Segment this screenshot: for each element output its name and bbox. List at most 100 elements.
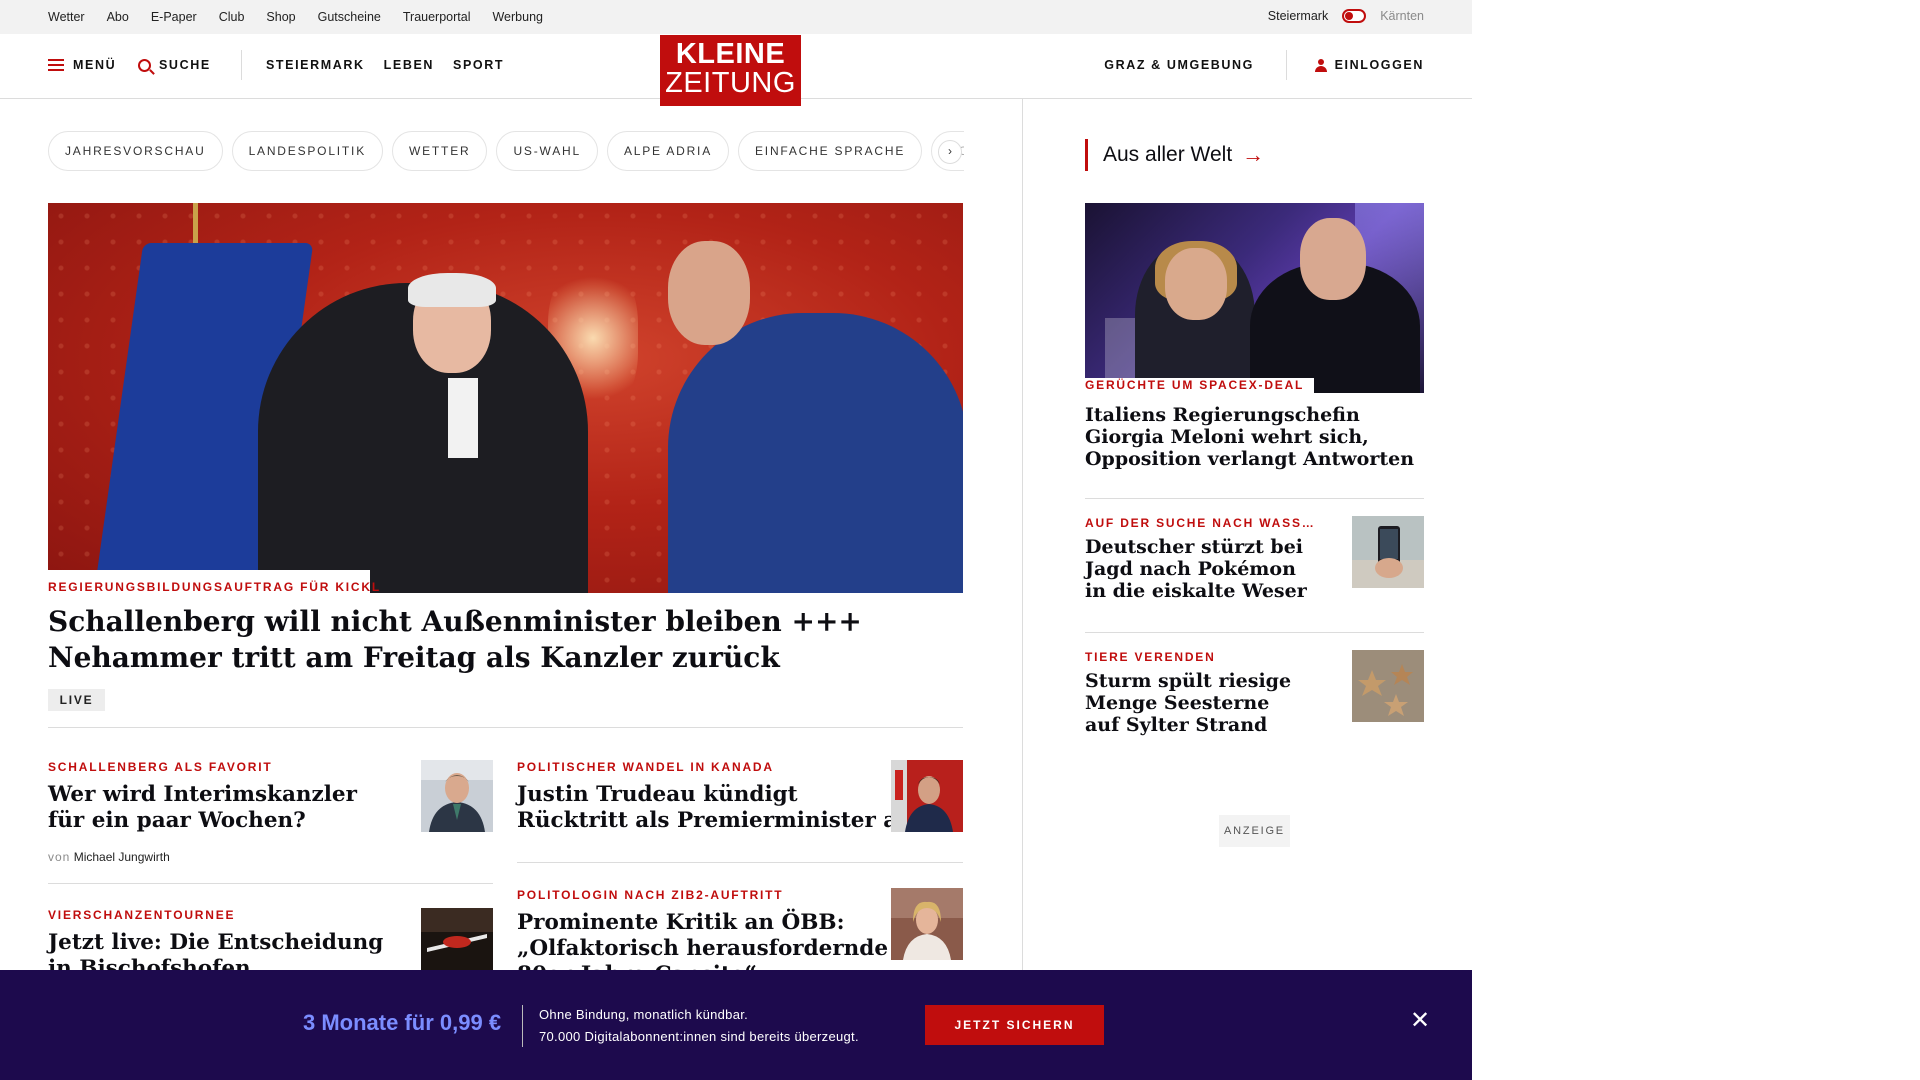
article-headline-line: Jagd nach Pokémon [1085,558,1296,580]
chip-wetter[interactable]: WETTER [392,131,488,171]
article-headline-line: Wer wird Interimskanzler [48,782,357,807]
chevron-right-icon[interactable]: › [938,140,962,164]
logo-line-1: KLEINE [675,38,786,70]
chip-alpe-adria[interactable]: ALPE ADRIA [606,131,729,171]
service-link-wetter[interactable]: Wetter [48,10,85,24]
article-divider [48,883,493,884]
sidebar-divider [1085,632,1424,633]
logo-line-2: ZEITUNG [665,67,796,99]
service-bar: Wetter Abo E-Paper Club Shop Gutscheine … [0,0,1472,34]
login-button[interactable]: EINLOGGEN [1314,58,1424,72]
region-kaernten[interactable]: Kärnten [1380,9,1424,23]
article-byline: von Michael Jungwirth [48,850,170,864]
promo-divider [522,1005,523,1047]
column-divider [1022,99,1023,979]
search-icon [138,58,151,72]
close-icon[interactable]: ✕ [1409,1009,1431,1033]
article-kicker: VIERSCHANZENTOURNEE [48,908,236,922]
sidebar-divider [1085,498,1424,499]
topic-chips: JAHRESVORSCHAU LANDESPOLITIK WETTER US-W… [48,131,964,171]
article-kicker: AUF DER SUCHE NACH WASS… [1085,516,1316,530]
sidebar-article-seesterne[interactable]: TIERE VERENDEN Sturm spült riesige Menge… [1085,650,1424,740]
hamburger-icon [48,59,64,71]
article-headline-line: Rücktritt als Premierminister an [517,808,913,833]
article-kicker: SCHALLENBERG ALS FAVORIT [48,760,273,774]
article-thumbnail [891,888,963,960]
search-button[interactable]: SUCHE [138,58,211,72]
hero-headline[interactable]: Schallenberg will nicht Außenminister bl… [48,604,948,676]
article-card-trudeau[interactable]: POLITISCHER WANDEL IN KANADA Justin Trud… [517,760,963,850]
service-link-werbung[interactable]: Werbung [492,10,543,24]
article-divider [517,862,963,863]
user-icon [1314,58,1327,72]
nav-sport[interactable]: SPORT [453,58,504,72]
header-divider [1286,50,1287,80]
article-headline-line: Jetzt live: Die Entscheidung [48,930,384,955]
sidebar-lead-article[interactable]: GERÜCHTE UM SPACEX-DEAL Italiens Regieru… [1085,378,1424,473]
article-kicker: TIERE VERENDEN [1085,650,1216,664]
region-switch: Steiermark Kärnten [1268,9,1424,23]
article-headline: Deutscher stürzt bei Jagd nach Pokémon i… [1085,536,1307,602]
byline-prefix: von [48,850,71,864]
chip-jahresvorschau[interactable]: JAHRESVORSCHAU [48,131,223,171]
hero-kicker: REGIERUNGSBILDUNGSAUFTRAG FÜR KICKL [48,580,381,594]
login-label: EINLOGGEN [1334,58,1424,72]
article-headline-line: Sturm spült riesige [1085,670,1292,692]
byline-author[interactable]: Michael Jungwirth [74,850,170,864]
nav-graz-umgebung[interactable]: GRAZ & UMGEBUNG [1104,58,1254,72]
service-link-shop[interactable]: Shop [266,10,295,24]
service-links: Wetter Abo E-Paper Club Shop Gutscheine … [48,10,543,24]
promo-text-line-2: 70.000 Digitalabonnent:innen sind bereit… [539,1029,859,1044]
article-headline-line: Prominente Kritik an ÖBB: [517,910,845,935]
article-headline-line: Deutscher stürzt bei [1085,536,1304,558]
sidebar-article-pokemon[interactable]: AUF DER SUCHE NACH WASS… Deutscher stürz… [1085,516,1424,606]
nav-steiermark[interactable]: STEIERMARK [266,58,365,72]
promo-price: 3 Monate für 0,99 € [303,1010,502,1035]
site-logo[interactable]: KLEINE ZEITUNG [660,35,801,106]
hero-divider [48,727,963,728]
service-link-gutscheine[interactable]: Gutscheine [318,10,381,24]
article-thumbnail [891,760,963,832]
article-headline-line: Italiens Regierungschefin [1085,404,1360,426]
article-headline: Justin Trudeau kündigt Rücktritt als Pre… [517,782,913,834]
article-headline: Sturm spült riesige Menge Seesterne auf … [1085,670,1291,736]
chip-landespolitik[interactable]: LANDESPOLITIK [231,131,383,171]
nav-leben[interactable]: LEBEN [384,58,434,72]
article-headline-line: „Olfaktorisch herausfordernde [517,936,889,961]
subscription-banner: 3 Monate für 0,99 € Ohne Bindung, monatl… [0,970,1472,1080]
article-headline: Wer wird Interimskanzler für ein paar Wo… [48,782,357,834]
sidebar-lead-image[interactable] [1085,203,1424,393]
region-steiermark[interactable]: Steiermark [1268,9,1328,23]
service-link-trauerportal[interactable]: Trauerportal [403,10,471,24]
page-margin [1472,0,1920,1080]
service-link-club[interactable]: Club [219,10,245,24]
main-nav: STEIERMARK LEBEN SPORT [266,58,504,72]
arrow-right-icon: → [1242,142,1265,167]
header-divider [241,50,242,80]
live-badge: LIVE [48,689,105,711]
search-label: SUCHE [159,58,211,72]
article-thumbnail [1352,516,1424,588]
service-link-abo[interactable]: Abo [107,10,129,24]
chip-einfache-sprache[interactable]: EINFACHE SPRACHE [738,131,923,171]
region-toggle[interactable] [1342,9,1367,23]
article-headline-line: für ein paar Wochen? [48,808,306,833]
article-card-interimskanzler[interactable]: SCHALLENBERG ALS FAVORIT Wer wird Interi… [48,760,493,870]
article-thumbnail [1352,650,1424,722]
section-heading-label: Aus aller Welt [1103,143,1233,166]
article-headline-line: in die eiskalte Weser [1085,580,1307,602]
hero-image[interactable] [48,203,963,593]
menu-button[interactable]: MENÜ [48,58,116,72]
promo-text-line-1: Ohne Bindung, monatlich kündbar. [539,1007,749,1022]
chip-us-wahl[interactable]: US-WAHL [496,131,598,171]
subscribe-button[interactable]: JETZT SICHERN [925,1005,1104,1045]
article-headline-line: Menge Seesterne [1085,692,1270,714]
hero-headline-line-1: Schallenberg will nicht Außenminister bl… [48,605,862,638]
promo-text: Ohne Bindung, monatlich kündbar. 70.000 … [539,1004,859,1048]
article-headline-line: Opposition verlangt Antworten [1085,448,1415,470]
service-link-epaper[interactable]: E-Paper [151,10,197,24]
section-heading-aus-aller-welt[interactable]: Aus aller Welt → [1085,139,1264,171]
ad-label: ANZEIGE [1219,815,1290,847]
article-headline-line: Justin Trudeau kündigt [517,782,798,807]
article-thumbnail [421,760,493,832]
